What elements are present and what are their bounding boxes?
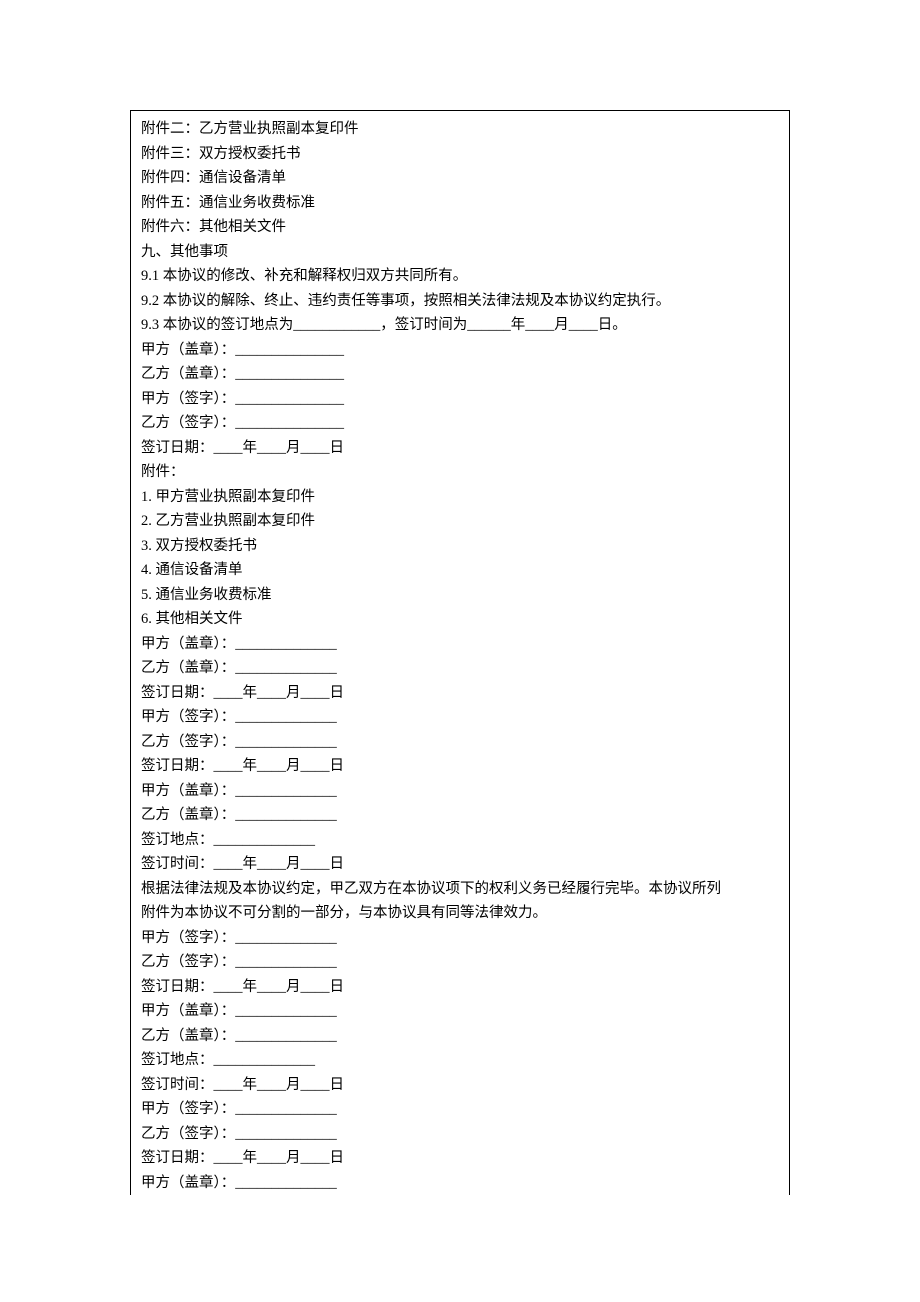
document-page: 附件二：乙方营业执照副本复印件 附件三：双方授权委托书 附件四：通信设备清单 附… (130, 110, 790, 1195)
location-line: 签订地点：______________ (141, 828, 779, 853)
list-item: 3. 双方授权委托书 (141, 534, 779, 559)
text-line: 附件三：双方授权委托书 (141, 142, 779, 167)
date-line: 签订日期：____年____月____日 (141, 975, 779, 1000)
signature-line: 甲方（盖章）：______________ (141, 1171, 779, 1196)
text-line: 附件四：通信设备清单 (141, 166, 779, 191)
date-line: 签订日期：____年____月____日 (141, 436, 779, 461)
signature-line: 甲方（签字）：______________ (141, 926, 779, 951)
signature-line: 乙方（盖章）：______________ (141, 803, 779, 828)
text-line: 附件六：其他相关文件 (141, 215, 779, 240)
list-item: 2. 乙方营业执照副本复印件 (141, 509, 779, 534)
text-line: 9.2 本协议的解除、终止、违约责任等事项，按照相关法律法规及本协议约定执行。 (141, 289, 779, 314)
signature-line: 乙方（盖章）：______________ (141, 656, 779, 681)
list-item: 1. 甲方营业执照副本复印件 (141, 485, 779, 510)
list-item: 6. 其他相关文件 (141, 607, 779, 632)
list-item: 5. 通信业务收费标准 (141, 583, 779, 608)
attachment-heading: 附件： (141, 460, 779, 485)
signature-line: 甲方（签字）：______________ (141, 705, 779, 730)
text-line: 附件五：通信业务收费标准 (141, 191, 779, 216)
signature-line: 甲方（盖章）：_______________ (141, 338, 779, 363)
date-line: 签订日期：____年____月____日 (141, 681, 779, 706)
paragraph-line: 附件为本协议不可分割的一部分，与本协议具有同等法律效力。 (141, 901, 779, 926)
text-line: 附件二：乙方营业执照副本复印件 (141, 117, 779, 142)
location-line: 签订地点：______________ (141, 1048, 779, 1073)
section-heading: 九、其他事项 (141, 240, 779, 265)
signature-line: 乙方（签字）：_______________ (141, 411, 779, 436)
signature-line: 甲方（盖章）：______________ (141, 632, 779, 657)
signature-line: 乙方（盖章）：______________ (141, 1024, 779, 1049)
list-item: 4. 通信设备清单 (141, 558, 779, 583)
signature-line: 乙方（签字）：______________ (141, 1122, 779, 1147)
text-line: 9.1 本协议的修改、补充和解释权归双方共同所有。 (141, 264, 779, 289)
signature-line: 甲方（盖章）：______________ (141, 999, 779, 1024)
text-line: 9.3 本协议的签订地点为____________，签订时间为______年__… (141, 313, 779, 338)
signature-line: 甲方（盖章）：______________ (141, 779, 779, 804)
signature-line: 甲方（签字）：_______________ (141, 387, 779, 412)
signature-line: 乙方（签字）：______________ (141, 950, 779, 975)
date-line: 签订时间：____年____月____日 (141, 1073, 779, 1098)
paragraph-line: 根据法律法规及本协议约定，甲乙双方在本协议项下的权利义务已经履行完毕。本协议所列 (141, 877, 779, 902)
date-line: 签订时间：____年____月____日 (141, 852, 779, 877)
signature-line: 乙方（签字）：______________ (141, 730, 779, 755)
signature-line: 甲方（签字）：______________ (141, 1097, 779, 1122)
date-line: 签订日期：____年____月____日 (141, 754, 779, 779)
signature-line: 乙方（盖章）：_______________ (141, 362, 779, 387)
date-line: 签订日期：____年____月____日 (141, 1146, 779, 1171)
